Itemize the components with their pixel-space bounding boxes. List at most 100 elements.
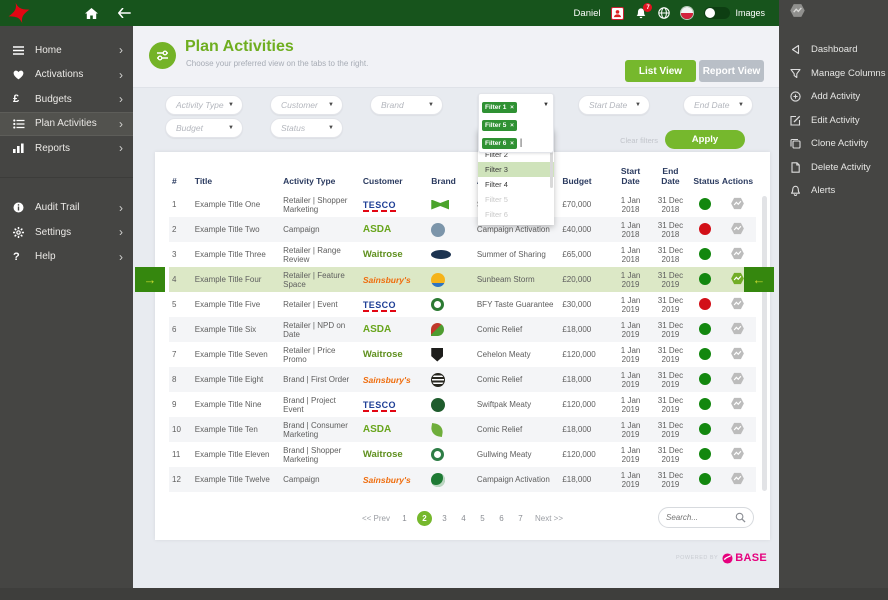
actions-icon[interactable] <box>730 396 745 411</box>
sidebar-item-settings[interactable]: Settings› <box>0 220 133 245</box>
search-icon[interactable] <box>735 512 746 523</box>
next-page-button[interactable]: Next >> <box>535 514 563 523</box>
column-header-start-date[interactable]: Start Date <box>611 160 651 192</box>
budget-filter[interactable]: Budget▼ <box>165 118 243 138</box>
action-item-manage-columns[interactable]: Manage Columns <box>779 62 888 86</box>
language-flag-icon[interactable] <box>681 7 693 19</box>
dropdown-option-filter-5[interactable]: Filter 5 <box>478 192 554 207</box>
remove-tag-icon[interactable]: × <box>510 140 514 147</box>
start-date-filter[interactable]: Start Date▼ <box>578 95 650 115</box>
sidebar-item-plan-activities[interactable]: Plan Activities› <box>0 112 133 137</box>
page-button-1[interactable]: 1 <box>398 511 411 526</box>
actions-icon[interactable] <box>730 246 745 261</box>
filter-placeholder: Status <box>281 123 305 133</box>
dropdown-option-filter-4[interactable]: Filter 4 <box>478 177 554 192</box>
prev-page-button[interactable]: << Prev <box>362 514 390 523</box>
actions-icon[interactable] <box>730 196 745 211</box>
sidebar-item-budgets[interactable]: £Budgets› <box>0 87 133 112</box>
table-row[interactable]: 4Example Title FourRetailer | Feature Sp… <box>169 267 756 292</box>
column-header-status[interactable]: Status <box>690 160 718 192</box>
action-item-alerts[interactable]: Alerts <box>779 179 888 203</box>
dropdown-option-filter-6[interactable]: Filter 6 <box>478 207 554 222</box>
filter-tag[interactable]: Filter 6 × <box>482 138 517 149</box>
globe-icon[interactable] <box>658 7 670 19</box>
apply-filters-button[interactable]: Apply <box>665 130 745 149</box>
action-item-edit-activity[interactable]: Edit Activity <box>779 109 888 133</box>
column-header-budget[interactable]: Budget <box>559 160 610 192</box>
cell-end-date: 31 Dec 2019 <box>651 392 691 417</box>
sidebar-item-help[interactable]: ?Help› <box>0 245 133 270</box>
table-row[interactable]: 8Example Title EightBrand | First OrderS… <box>169 367 756 392</box>
column-header-[interactable]: # <box>169 160 192 192</box>
clear-filters-link[interactable]: Clear filters <box>588 136 658 145</box>
list-view-button[interactable]: List View <box>625 60 696 82</box>
actions-icon[interactable] <box>730 346 745 361</box>
images-toggle[interactable]: Images <box>704 7 765 19</box>
dropdown-option-filter-3[interactable]: Filter 3 <box>478 162 554 177</box>
sidebar-item-reports[interactable]: Reports› <box>0 136 133 161</box>
activity-type-filter[interactable]: Activity Type▼ <box>165 95 243 115</box>
table-scrollbar[interactable] <box>762 196 767 491</box>
filter-tag[interactable]: Filter 5 × <box>482 120 517 131</box>
actions-icon[interactable] <box>730 271 745 286</box>
actions-icon[interactable] <box>730 221 745 236</box>
customer-logo: TESCO <box>363 400 396 412</box>
page-button-5[interactable]: 5 <box>476 511 489 526</box>
table-row[interactable]: 6Example Title SixRetailer | NPD on Date… <box>169 317 756 342</box>
toggle-track[interactable] <box>704 7 730 19</box>
notifications-bell-icon[interactable]: 7 <box>635 7 647 19</box>
customer-filter[interactable]: Customer▼ <box>270 95 343 115</box>
column-header-end-date[interactable]: End Date <box>651 160 691 192</box>
sidebar-item-audit-trail[interactable]: Audit Trail› <box>0 196 133 221</box>
table-row[interactable]: 9Example Title NineBrand | Project Event… <box>169 392 756 417</box>
end-date-filter[interactable]: End Date▼ <box>683 95 753 115</box>
action-item-delete-activity[interactable]: Delete Activity <box>779 156 888 180</box>
table-row[interactable]: 7Example Title SevenRetailer | Price Pro… <box>169 342 756 367</box>
selected-row-right-arrow[interactable]: ← <box>744 267 774 292</box>
column-header-activity-type[interactable]: Activity Type <box>280 160 360 192</box>
action-item-clone-activity[interactable]: Clone Activity <box>779 132 888 156</box>
action-item-add-activity[interactable]: Add Activity <box>779 85 888 109</box>
table-row[interactable]: 5Example Title FiveRetailer | EventTESCO… <box>169 292 756 317</box>
brand-filter[interactable]: Brand▼ <box>370 95 443 115</box>
table-row[interactable]: 3Example Title ThreeRetailer | Range Rev… <box>169 242 756 267</box>
page-button-4[interactable]: 4 <box>457 511 470 526</box>
sidebar-divider <box>0 177 133 178</box>
cell-number: 4 <box>169 267 192 292</box>
search-input[interactable] <box>666 513 734 522</box>
actions-icon[interactable] <box>730 421 745 436</box>
actions-icon[interactable] <box>730 321 745 336</box>
column-header-actions[interactable]: Actions <box>719 160 756 192</box>
page-button-6[interactable]: 6 <box>495 511 508 526</box>
home-icon[interactable] <box>85 8 98 19</box>
column-header-brand[interactable]: Brand <box>428 160 474 192</box>
column-header-title[interactable]: Title <box>192 160 280 192</box>
table-row[interactable]: 10Example Title TenBrand | Consumer Mark… <box>169 417 756 442</box>
report-view-button[interactable]: Report View <box>699 60 764 82</box>
remove-tag-icon[interactable]: × <box>510 104 514 111</box>
back-arrow-icon[interactable] <box>118 8 131 18</box>
page-button-3[interactable]: 3 <box>438 511 451 526</box>
table-row[interactable]: 11Example Title ElevenBrand | Shopper Ma… <box>169 442 756 467</box>
status-filter[interactable]: Status▼ <box>270 118 343 138</box>
remove-tag-icon[interactable]: × <box>510 122 514 129</box>
table-row[interactable]: 2Example Title TwoCampaignASDACampaign A… <box>169 217 756 242</box>
actions-icon[interactable] <box>730 446 745 461</box>
filter-tag[interactable]: Filter 1 × <box>482 102 517 113</box>
sidebar-item-home[interactable]: Home› <box>0 38 133 63</box>
actions-icon[interactable] <box>730 371 745 386</box>
actions-icon[interactable] <box>730 296 745 311</box>
selected-row-left-arrow[interactable]: → <box>135 267 165 292</box>
action-item-dashboard[interactable]: Dashboard <box>779 38 888 62</box>
page-button-2[interactable]: 2 <box>417 511 432 526</box>
column-header-customer[interactable]: Customer <box>360 160 428 192</box>
table-row[interactable]: 1Example Title OneRetailer | Shopper Mar… <box>169 192 756 217</box>
table-row[interactable]: 12Example Title TwelveCampaignSainsbury'… <box>169 467 756 492</box>
multi-filter-select[interactable]: ▼ Filter 1 ×Filter 5 ×Filter 6 ×| <box>478 93 554 153</box>
sidebar-item-activations[interactable]: Activations› <box>0 63 133 88</box>
page-button-7[interactable]: 7 <box>514 511 527 526</box>
brand-star-logo-icon[interactable] <box>8 2 30 24</box>
avatar[interactable] <box>611 7 624 20</box>
user-name[interactable]: Daniel <box>574 8 601 19</box>
actions-icon[interactable] <box>730 471 745 486</box>
